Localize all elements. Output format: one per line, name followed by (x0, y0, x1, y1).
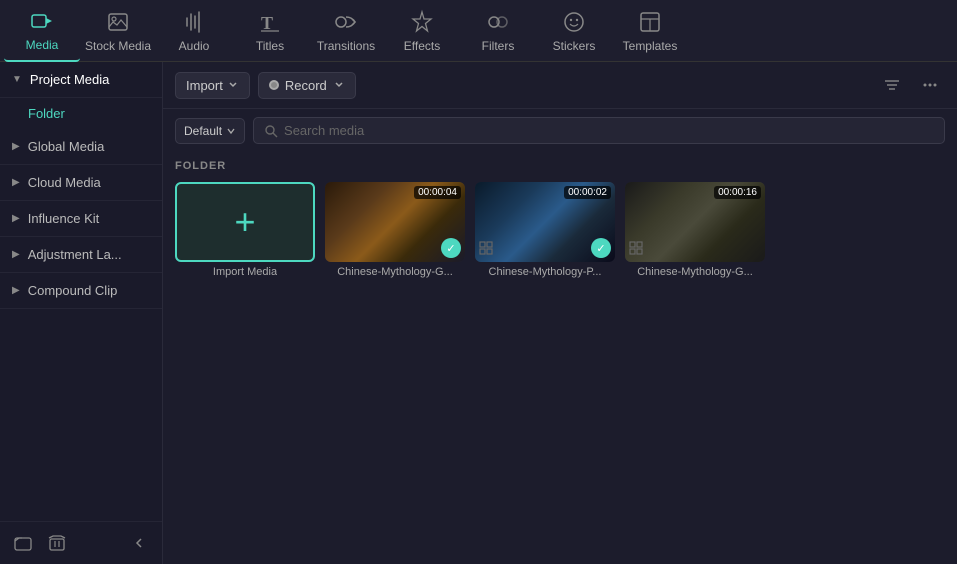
sidebar-item-compound-clip[interactable]: ▶ Compound Clip (0, 273, 162, 309)
nav-item-titles[interactable]: T Titles (232, 0, 308, 62)
search-icon (264, 124, 278, 138)
nav-item-effects[interactable]: Effects (384, 0, 460, 62)
chevron-down-icon: ▼ (12, 74, 22, 85)
audio-icon (181, 9, 207, 35)
nav-item-stock-media[interactable]: Stock Media (80, 0, 156, 62)
media-thumb-2: 00:00:02 ✓ (475, 182, 615, 262)
stock-media-icon (105, 9, 131, 35)
search-bar: Default (163, 109, 957, 152)
record-button[interactable]: Record (258, 72, 356, 99)
record-label: Record (285, 78, 327, 93)
toolbar: Import Record (163, 62, 957, 109)
list-item[interactable]: + Import Media Import Media (175, 182, 315, 278)
import-label: Import (186, 78, 223, 93)
sidebar-label-project-media: Project Media (30, 72, 109, 87)
sort-button[interactable]: Default (175, 118, 245, 144)
templates-icon (637, 9, 663, 35)
chevron-right-icon3: ▶ (12, 213, 20, 224)
new-folder-button[interactable] (10, 530, 36, 556)
sort-label: Default (184, 124, 222, 138)
content-area: Import Record (163, 62, 957, 564)
sidebar-label-cloud-media: Cloud Media (28, 175, 101, 190)
nav-item-audio[interactable]: Audio (156, 0, 232, 62)
nav-label-media: Media (26, 38, 59, 52)
nav-label-filters: Filters (482, 39, 515, 53)
thumb-duration-3: 00:00:16 (714, 186, 761, 199)
nav-item-media[interactable]: Media (4, 0, 80, 62)
transitions-icon (333, 9, 359, 35)
main-area: ▼ Project Media Folder ▶ Global Media ▶ … (0, 62, 957, 564)
nav-label-titles: Titles (256, 39, 284, 53)
grid-icon-3 (629, 241, 643, 258)
sidebar-item-global-media[interactable]: ▶ Global Media (0, 129, 162, 165)
nav-label-audio: Audio (179, 39, 210, 53)
import-media-thumb[interactable]: + Import Media (175, 182, 315, 262)
nav-item-transitions[interactable]: Transitions (308, 0, 384, 62)
stickers-icon (561, 9, 587, 35)
sidebar-label-global-media: Global Media (28, 139, 105, 154)
sidebar: ▼ Project Media Folder ▶ Global Media ▶ … (0, 62, 163, 564)
nav-item-templates[interactable]: Templates (612, 0, 688, 62)
folder-section-label: FOLDER (175, 160, 945, 172)
sidebar-label-adjustment-la: Adjustment La... (28, 247, 122, 262)
media-section: FOLDER + Import Media Import Media 00:00… (163, 152, 957, 564)
nav-label-stock: Stock Media (85, 39, 151, 53)
nav-item-filters[interactable]: Filters (460, 0, 536, 62)
media-item-name-3: Chinese-Mythology-G... (637, 266, 753, 278)
thumb-duration-2: 00:00:02 (564, 186, 611, 199)
check-icon-1: ✓ (441, 238, 461, 258)
search-input-wrap (253, 117, 945, 144)
nav-label-effects: Effects (404, 39, 440, 53)
nav-label-templates: Templates (623, 39, 678, 53)
titles-icon: T (257, 9, 283, 35)
chevron-right-icon2: ▶ (12, 177, 20, 188)
list-item[interactable]: 00:00:04 ✓ Chinese-Mythology-G... (325, 182, 465, 278)
sidebar-footer (0, 521, 162, 564)
chevron-right-icon5: ▶ (12, 285, 20, 296)
media-grid: + Import Media Import Media 00:00:04 ✓ C… (175, 182, 945, 278)
sidebar-label-folder: Folder (28, 106, 65, 121)
more-options-btn[interactable] (915, 70, 945, 100)
sidebar-item-cloud-media[interactable]: ▶ Cloud Media (0, 165, 162, 201)
media-thumb-3: 00:00:16 (625, 182, 765, 262)
import-button[interactable]: Import (175, 72, 250, 99)
check-icon-2: ✓ (591, 238, 611, 258)
sidebar-label-compound-clip: Compound Clip (28, 283, 118, 298)
effects-icon (409, 9, 435, 35)
search-input[interactable] (284, 123, 934, 138)
media-icon (29, 8, 55, 34)
new-bin-button[interactable] (44, 530, 70, 556)
filter-icon-btn[interactable] (877, 70, 907, 100)
list-item[interactable]: 00:00:02 ✓ Chinese-Mythology-P... (475, 182, 615, 278)
filters-icon (485, 9, 511, 35)
media-thumb-1: 00:00:04 ✓ (325, 182, 465, 262)
thumb-duration-1: 00:00:04 (414, 186, 461, 199)
media-item-name: Import Media (213, 266, 277, 278)
sidebar-item-folder[interactable]: Folder (0, 98, 162, 129)
list-item[interactable]: 00:00:16 Chinese-Mythology-G... (625, 182, 765, 278)
sidebar-item-influence-kit[interactable]: ▶ Influence Kit (0, 201, 162, 237)
nav-label-transitions: Transitions (317, 39, 375, 53)
media-item-name-2: Chinese-Mythology-P... (489, 266, 602, 278)
chevron-right-icon4: ▶ (12, 249, 20, 260)
media-item-name-1: Chinese-Mythology-G... (337, 266, 453, 278)
sidebar-label-influence-kit: Influence Kit (28, 211, 100, 226)
top-navigation: Media Stock Media Audio T Titles (0, 0, 957, 62)
chevron-right-icon: ▶ (12, 141, 20, 152)
svg-text:T: T (261, 13, 273, 33)
grid-icon-2 (479, 241, 493, 258)
plus-icon: + (234, 201, 255, 243)
sidebar-item-project-media[interactable]: ▼ Project Media (0, 62, 162, 98)
nav-item-stickers[interactable]: Stickers (536, 0, 612, 62)
sidebar-item-adjustment-la[interactable]: ▶ Adjustment La... (0, 237, 162, 273)
sidebar-collapse-button[interactable] (126, 530, 152, 556)
record-dot-icon (269, 80, 279, 90)
nav-label-stickers: Stickers (553, 39, 596, 53)
